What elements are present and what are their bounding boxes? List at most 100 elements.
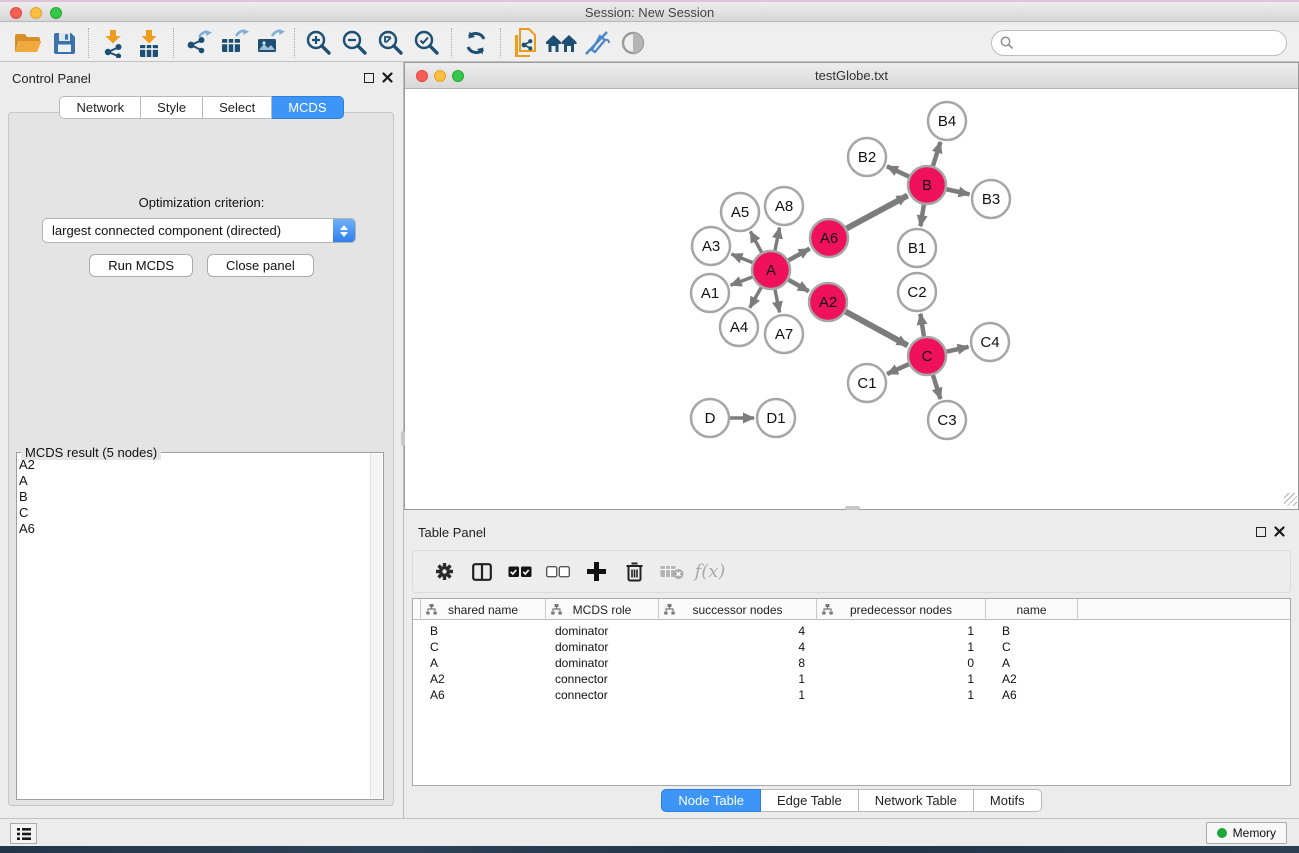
edge-C-C4[interactable]	[944, 347, 969, 353]
node-C[interactable]: C	[908, 337, 946, 375]
select-all-checkboxes-icon[interactable]	[503, 555, 537, 589]
export-image-icon[interactable]	[252, 27, 288, 59]
table-row[interactable]: Cdominator41C	[413, 639, 1290, 655]
tab-node-table[interactable]: Node Table	[661, 789, 761, 812]
split-panel-icon[interactable]	[465, 555, 499, 589]
import-network-icon[interactable]	[95, 27, 131, 59]
criterion-dropdown[interactable]: largest connected component (directed)	[42, 218, 356, 243]
table-row[interactable]: A2connector11A2	[413, 671, 1290, 687]
edge-A-A5[interactable]	[750, 231, 763, 255]
node-B[interactable]: B	[908, 166, 946, 204]
table-row[interactable]: Adominator80A	[413, 655, 1290, 671]
open-session-icon[interactable]	[10, 27, 46, 59]
column-header-mcds-role[interactable]: MCDS role	[546, 599, 659, 620]
column-header-predecessor-nodes[interactable]: predecessor nodes	[817, 599, 986, 620]
node-table[interactable]: shared nameMCDS rolesuccessor nodesprede…	[412, 598, 1291, 786]
column-header-name[interactable]: name	[986, 599, 1078, 620]
save-session-icon[interactable]	[46, 27, 82, 59]
edge-A-A4[interactable]	[750, 285, 763, 308]
result-item[interactable]: B	[19, 489, 369, 505]
import-table-icon[interactable]	[131, 27, 167, 59]
result-item[interactable]: A2	[19, 457, 369, 473]
tab-style[interactable]: Style	[141, 96, 203, 119]
horizontal-scroll-thumb[interactable]	[845, 506, 860, 510]
edge-A-A7[interactable]	[774, 287, 779, 313]
node-D[interactable]: D	[691, 399, 729, 437]
edge-A-A3[interactable]	[731, 254, 755, 264]
network-canvas[interactable]: AA1A3A5A8A4A7A6A2BB1B2B3B4CC1C2C3C4DD1	[405, 89, 1298, 509]
network-graph[interactable]: AA1A3A5A8A4A7A6A2BB1B2B3B4CC1C2C3C4DD1	[405, 89, 1298, 509]
tab-motifs[interactable]: Motifs	[974, 789, 1042, 812]
column-header-shared-name[interactable]: shared name	[421, 599, 546, 620]
node-A6[interactable]: A6	[810, 219, 848, 257]
close-panel-button[interactable]: Close panel	[207, 254, 314, 277]
table-row[interactable]: A6connector11A6	[413, 687, 1290, 703]
edge-A-A1[interactable]	[731, 276, 756, 285]
tab-network[interactable]: Network	[59, 96, 141, 119]
resize-grip[interactable]	[1284, 493, 1297, 506]
node-C1[interactable]: C1	[848, 364, 886, 402]
edge-B-B3[interactable]	[944, 189, 970, 195]
result-item[interactable]: C	[19, 505, 369, 521]
table-row[interactable]: Bdominator41B	[413, 623, 1290, 639]
close-panel-icon[interactable]	[382, 72, 393, 83]
apply-layout-home-icon[interactable]	[543, 27, 579, 59]
task-history-button[interactable]	[10, 823, 37, 844]
edge-B-B4[interactable]	[932, 142, 940, 169]
edge-A-A6[interactable]	[786, 249, 810, 262]
node-A[interactable]: A	[752, 251, 790, 289]
edge-B-B2[interactable]	[887, 166, 912, 178]
search-field[interactable]	[991, 30, 1287, 56]
zoom-in-icon[interactable]	[301, 27, 337, 59]
delete-table-icon[interactable]	[655, 555, 689, 589]
add-column-icon[interactable]	[579, 555, 613, 589]
edge-A2-C[interactable]	[843, 310, 908, 345]
node-A2[interactable]: A2	[809, 283, 847, 321]
node-B2[interactable]: B2	[848, 138, 886, 176]
node-B4[interactable]: B4	[928, 102, 966, 140]
result-item[interactable]: A	[19, 473, 369, 489]
network-window-titlebar[interactable]: testGlobe.txt	[405, 63, 1298, 89]
result-item[interactable]: A6	[19, 521, 369, 537]
node-A5[interactable]: A5	[721, 193, 759, 231]
run-mcds-button[interactable]: Run MCDS	[89, 254, 193, 277]
node-A7[interactable]: A7	[765, 315, 803, 353]
tab-edge-table[interactable]: Edge Table	[761, 789, 859, 812]
edge-C-C3[interactable]	[932, 372, 940, 399]
edge-C-C2[interactable]	[920, 314, 924, 339]
zoom-fit-icon[interactable]	[373, 27, 409, 59]
birds-eye-view-icon[interactable]	[615, 27, 651, 59]
node-C2[interactable]: C2	[898, 273, 936, 311]
column-header-successor-nodes[interactable]: successor nodes	[659, 599, 817, 620]
node-B1[interactable]: B1	[898, 229, 936, 267]
deselect-all-checkboxes-icon[interactable]	[541, 555, 575, 589]
export-network-icon[interactable]	[180, 27, 216, 59]
search-input[interactable]	[1019, 36, 1286, 50]
node-B3[interactable]: B3	[972, 180, 1010, 218]
node-C4[interactable]: C4	[971, 323, 1009, 361]
tab-network-table[interactable]: Network Table	[859, 789, 974, 812]
network-from-file-icon[interactable]	[507, 27, 543, 59]
edge-B-B1[interactable]	[920, 202, 924, 226]
vertical-scroll-thumb[interactable]	[401, 431, 405, 446]
hide-graphics-details-icon[interactable]	[579, 27, 615, 59]
zoom-out-icon[interactable]	[337, 27, 373, 59]
zoom-selected-icon[interactable]	[409, 27, 445, 59]
float-table-panel-icon[interactable]	[1256, 527, 1266, 537]
edge-C-C1[interactable]	[887, 363, 911, 374]
refresh-view-icon[interactable]	[458, 27, 494, 59]
tab-select[interactable]: Select	[203, 96, 272, 119]
edge-A-A8[interactable]	[774, 228, 779, 254]
edge-A-A2[interactable]	[786, 278, 809, 291]
node-C3[interactable]: C3	[928, 401, 966, 439]
node-A3[interactable]: A3	[692, 227, 730, 265]
close-table-panel-icon[interactable]	[1274, 526, 1285, 537]
function-builder-icon[interactable]: f(x)	[693, 555, 727, 589]
float-panel-icon[interactable]	[364, 73, 374, 83]
node-A4[interactable]: A4	[720, 308, 758, 346]
delete-column-icon[interactable]	[617, 555, 651, 589]
node-D1[interactable]: D1	[757, 399, 795, 437]
memory-button[interactable]: Memory	[1206, 822, 1287, 844]
node-A8[interactable]: A8	[765, 187, 803, 225]
result-scrollbar[interactable]	[370, 454, 382, 798]
